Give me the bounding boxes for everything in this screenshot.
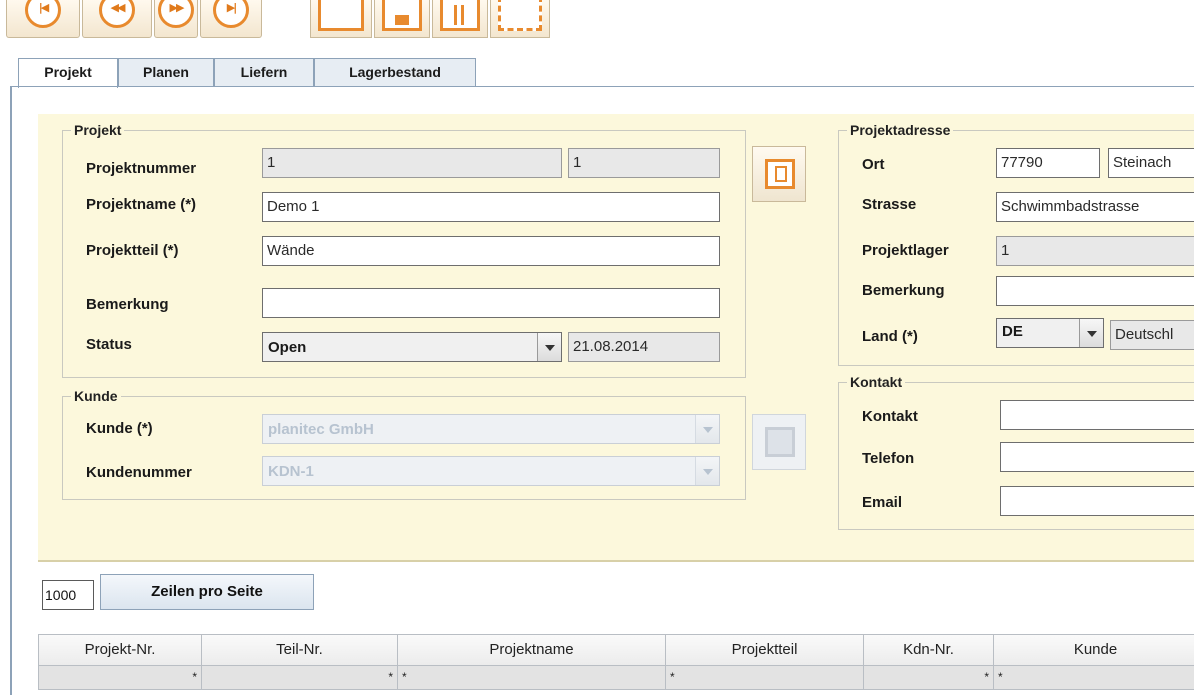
copy-button[interactable] <box>752 146 806 202</box>
projektteil-field[interactable]: Wände <box>262 236 720 266</box>
email-label: Email <box>862 494 903 511</box>
last-record-icon: ▶| <box>213 0 249 28</box>
status-select[interactable]: Open <box>262 332 562 362</box>
strasse-field[interactable]: Schwimmbadstrasse <box>996 192 1194 222</box>
ort-field[interactable]: Steinach <box>1108 148 1194 178</box>
column-header-kunde[interactable]: Kunde <box>994 634 1194 666</box>
kunde-select[interactable]: planitec GmbH <box>262 414 720 444</box>
kundennummer-value: KDN-1 <box>268 463 314 480</box>
plz-field[interactable]: 77790 <box>996 148 1100 178</box>
refresh-button[interactable] <box>490 0 550 38</box>
column-header-teil-nr[interactable]: Teil-Nr. <box>202 634 398 666</box>
delete-button[interactable] <box>432 0 488 38</box>
tab-liefern[interactable]: Liefern <box>214 58 314 86</box>
adresse-bemerkung-label: Bemerkung <box>862 282 945 299</box>
column-header-kdn-nr[interactable]: Kdn-Nr. <box>864 634 994 666</box>
land-name-field[interactable]: Deutschl <box>1110 320 1194 350</box>
chevron-down-icon[interactable] <box>1079 319 1103 347</box>
email-field[interactable] <box>1000 486 1194 516</box>
column-header-projekt-nr[interactable]: Projekt-Nr. <box>38 634 202 666</box>
status-label: Status <box>86 336 132 353</box>
filter-cell-projektteil[interactable]: * <box>666 666 864 690</box>
chevron-down-icon[interactable] <box>537 333 561 361</box>
column-header-projektname[interactable]: Projektname <box>398 634 666 666</box>
filter-cell-projekt-nr[interactable]: * <box>38 666 202 690</box>
first-record-button[interactable]: |◀ <box>6 0 80 38</box>
kunde-label: Kunde (*) <box>86 420 153 437</box>
copy-icon <box>765 159 795 189</box>
tab-projekt[interactable]: Projekt <box>18 58 118 88</box>
column-header-projektteil[interactable]: Projektteil <box>666 634 864 666</box>
kundennummer-select[interactable]: KDN-1 <box>262 456 720 486</box>
kunde-value: planitec GmbH <box>268 421 374 438</box>
kundennummer-label: Kundenummer <box>86 464 192 481</box>
rows-per-page-button[interactable]: Zeilen pro Seite <box>100 574 314 610</box>
last-record-button[interactable]: ▶| <box>200 0 262 38</box>
kunde-legend: Kunde <box>71 388 121 404</box>
chevron-down-icon[interactable] <box>695 457 719 485</box>
tab-planen[interactable]: Planen <box>118 58 214 86</box>
first-record-icon: |◀ <box>25 0 61 28</box>
projektteil-label: Projektteil (*) <box>86 242 179 259</box>
delete-icon <box>440 0 480 31</box>
bemerkung-field[interactable] <box>262 288 720 318</box>
land-label: Land (*) <box>862 328 918 345</box>
new-button[interactable] <box>310 0 372 38</box>
projektnummer-secondary-field[interactable]: 1 <box>568 148 720 178</box>
kontakt-label: Kontakt <box>862 408 918 425</box>
filter-cell-teil-nr[interactable]: * <box>202 666 398 690</box>
telefon-label: Telefon <box>862 450 915 467</box>
previous-record-icon: ◀◀ <box>99 0 135 28</box>
projektnummer-label: Projektnummer <box>86 160 197 177</box>
filter-cell-projektname[interactable]: * <box>398 666 666 690</box>
land-code-value: DE <box>1002 323 1023 340</box>
previous-record-button[interactable]: ◀◀ <box>82 0 152 38</box>
filter-cell-kunde[interactable]: * <box>994 666 1194 690</box>
land-select[interactable]: DE <box>996 318 1104 348</box>
status-value: Open <box>268 339 307 356</box>
kontakt-legend: Kontakt <box>847 374 906 390</box>
status-date-field[interactable]: 21.08.2014 <box>568 332 720 362</box>
telefon-field[interactable] <box>1000 442 1194 472</box>
filter-cell-kdn-nr[interactable]: * <box>864 666 994 690</box>
tab-lagerbestand[interactable]: Lagerbestand <box>314 58 476 86</box>
save-icon <box>382 0 422 31</box>
new-icon <box>318 0 364 31</box>
next-record-icon: ▶▶ <box>158 0 194 28</box>
ort-label: Ort <box>862 156 885 173</box>
refresh-icon <box>498 0 542 31</box>
next-record-button[interactable]: ▶▶ <box>154 0 198 38</box>
kontakt-field[interactable] <box>1000 400 1194 430</box>
projektnummer-field[interactable]: 1 <box>262 148 562 178</box>
projektname-label: Projektname (*) <box>86 196 197 213</box>
projektlager-label: Projektlager <box>862 242 949 259</box>
chevron-down-icon[interactable] <box>695 415 719 443</box>
projektlager-field[interactable]: 1 <box>996 236 1194 266</box>
projekt-legend: Projekt <box>71 122 125 138</box>
projektname-field[interactable]: Demo 1 <box>262 192 720 222</box>
strasse-label: Strasse <box>862 196 917 213</box>
customer-lookup-button[interactable] <box>752 414 806 470</box>
bemerkung-label: Bemerkung <box>86 296 169 313</box>
adresse-bemerkung-field[interactable] <box>996 276 1194 306</box>
projektadresse-legend: Projektadresse <box>847 122 954 138</box>
rows-per-page-input[interactable]: 1000 <box>42 580 94 610</box>
customer-lookup-icon <box>765 427 795 457</box>
save-button[interactable] <box>374 0 430 38</box>
